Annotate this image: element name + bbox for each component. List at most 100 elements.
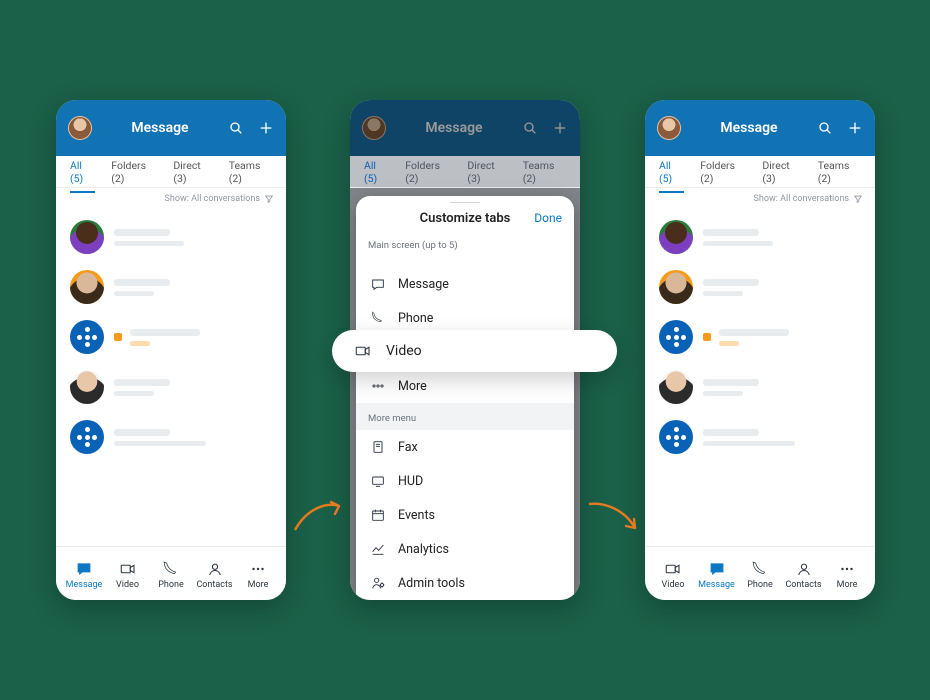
list-item[interactable] [56, 262, 286, 312]
list-item[interactable] [645, 412, 875, 462]
analytics-icon [370, 541, 386, 557]
avatar [659, 370, 693, 404]
list-item[interactable] [56, 362, 286, 412]
list-item[interactable] [56, 412, 286, 462]
app-header: Message [350, 100, 580, 156]
avatar [70, 370, 104, 404]
tab-teams: Teams (2) [515, 159, 574, 185]
row-label: Phone [398, 311, 433, 326]
fax-icon [370, 439, 386, 455]
contacts-icon [206, 560, 224, 578]
profile-avatar[interactable] [657, 116, 681, 140]
reorder-row-more[interactable]: More [356, 369, 574, 403]
reorder-row-events[interactable]: Events [356, 498, 574, 532]
filter-icon [853, 194, 863, 204]
conversation-list [645, 208, 875, 462]
section-more-label: More menu [356, 403, 574, 430]
tab-direct[interactable]: Direct (3) [754, 159, 809, 185]
video-icon [119, 560, 137, 578]
reorder-row-message[interactable]: Message [356, 267, 574, 301]
dragging-row-video[interactable]: Video [332, 330, 617, 372]
tab-label: Video [662, 580, 685, 590]
phone-icon [370, 310, 386, 326]
tab-contacts[interactable]: Contacts [784, 560, 824, 590]
bottom-tab-bar: Video Message Phone Contacts More [645, 546, 875, 600]
reorder-row-admin[interactable]: Admin tools [356, 566, 574, 600]
search-icon[interactable] [228, 120, 244, 136]
app-header: Message [56, 100, 286, 156]
overlay-scrim[interactable]: Customize tabs Done Main screen (up to 5… [350, 188, 580, 600]
status-indicator [114, 333, 122, 341]
tab-all[interactable]: All (5) [62, 159, 103, 185]
contacts-icon [795, 560, 813, 578]
list-item[interactable] [645, 212, 875, 262]
tab-all[interactable]: All (5) [651, 159, 692, 185]
reorder-row-analytics[interactable]: Analytics [356, 532, 574, 566]
tab-message[interactable]: Message [697, 560, 737, 590]
row-label: Message [398, 277, 449, 292]
row-label: More [398, 379, 427, 394]
tab-label: Message [66, 580, 103, 590]
reorder-row-hud[interactable]: HUD [356, 464, 574, 498]
tab-label: Phone [747, 580, 773, 590]
row-label: Analytics [398, 542, 449, 557]
row-label: Admin tools [398, 576, 465, 591]
tab-more[interactable]: More [238, 560, 278, 590]
search-icon [522, 120, 538, 136]
tab-message[interactable]: Message [64, 560, 104, 590]
flow-arrow-icon [289, 480, 349, 540]
app-header: Message [645, 100, 875, 156]
filter-summary-label: Show: All conversations [165, 194, 260, 204]
tab-teams[interactable]: Teams (2) [221, 159, 280, 185]
message-icon [370, 276, 386, 292]
status-indicator [703, 333, 711, 341]
list-item[interactable] [645, 362, 875, 412]
header-title: Message [681, 120, 817, 136]
tab-folders: Folders (2) [397, 159, 459, 185]
filter-summary-label: Show: All conversations [754, 194, 849, 204]
filter-tabs: All (5) Folders (2) Direct (3) Teams (2) [56, 156, 286, 188]
tab-phone[interactable]: Phone [151, 560, 191, 590]
tab-direct: Direct (3) [459, 159, 514, 185]
team-avatar [70, 420, 104, 454]
avatar [659, 220, 693, 254]
customize-tabs-sheet: Customize tabs Done Main screen (up to 5… [356, 196, 574, 600]
tab-contacts[interactable]: Contacts [195, 560, 235, 590]
tab-more[interactable]: More [827, 560, 867, 590]
video-icon [354, 342, 372, 360]
search-icon[interactable] [817, 120, 833, 136]
phone-after: Message All (5) Folders (2) Direct (3) T… [645, 100, 875, 600]
row-label: Events [398, 508, 435, 523]
filter-tabs: All (5) Folders (2) Direct (3) Teams (2) [350, 156, 580, 188]
tab-video[interactable]: Video [108, 560, 148, 590]
list-item[interactable] [645, 262, 875, 312]
header-actions [817, 120, 863, 136]
plus-icon [552, 120, 568, 136]
tab-label: Phone [158, 580, 184, 590]
video-icon [664, 560, 682, 578]
tab-phone[interactable]: Phone [740, 560, 780, 590]
phone-icon [162, 560, 180, 578]
list-item[interactable] [56, 212, 286, 262]
tab-folders[interactable]: Folders (2) [103, 159, 165, 185]
list-item[interactable] [645, 312, 875, 362]
profile-avatar[interactable] [68, 116, 92, 140]
sheet-title: Customize tabs [368, 211, 562, 226]
tab-direct[interactable]: Direct (3) [165, 159, 220, 185]
plus-icon[interactable] [847, 120, 863, 136]
plus-icon[interactable] [258, 120, 274, 136]
tab-video[interactable]: Video [653, 560, 693, 590]
team-avatar [70, 320, 104, 354]
tab-folders[interactable]: Folders (2) [692, 159, 754, 185]
tab-teams[interactable]: Teams (2) [810, 159, 869, 185]
team-avatar [659, 420, 693, 454]
done-button[interactable]: Done [534, 211, 562, 225]
header-title: Message [386, 120, 522, 136]
conversation-list [56, 208, 286, 462]
tab-label: More [248, 580, 269, 590]
more-icon [838, 560, 856, 578]
reorder-row-fax[interactable]: Fax [356, 430, 574, 464]
list-item[interactable] [56, 312, 286, 362]
phone-before: Message All (5) Folders (2) Direct (3) T… [56, 100, 286, 600]
more-icon [370, 378, 386, 394]
